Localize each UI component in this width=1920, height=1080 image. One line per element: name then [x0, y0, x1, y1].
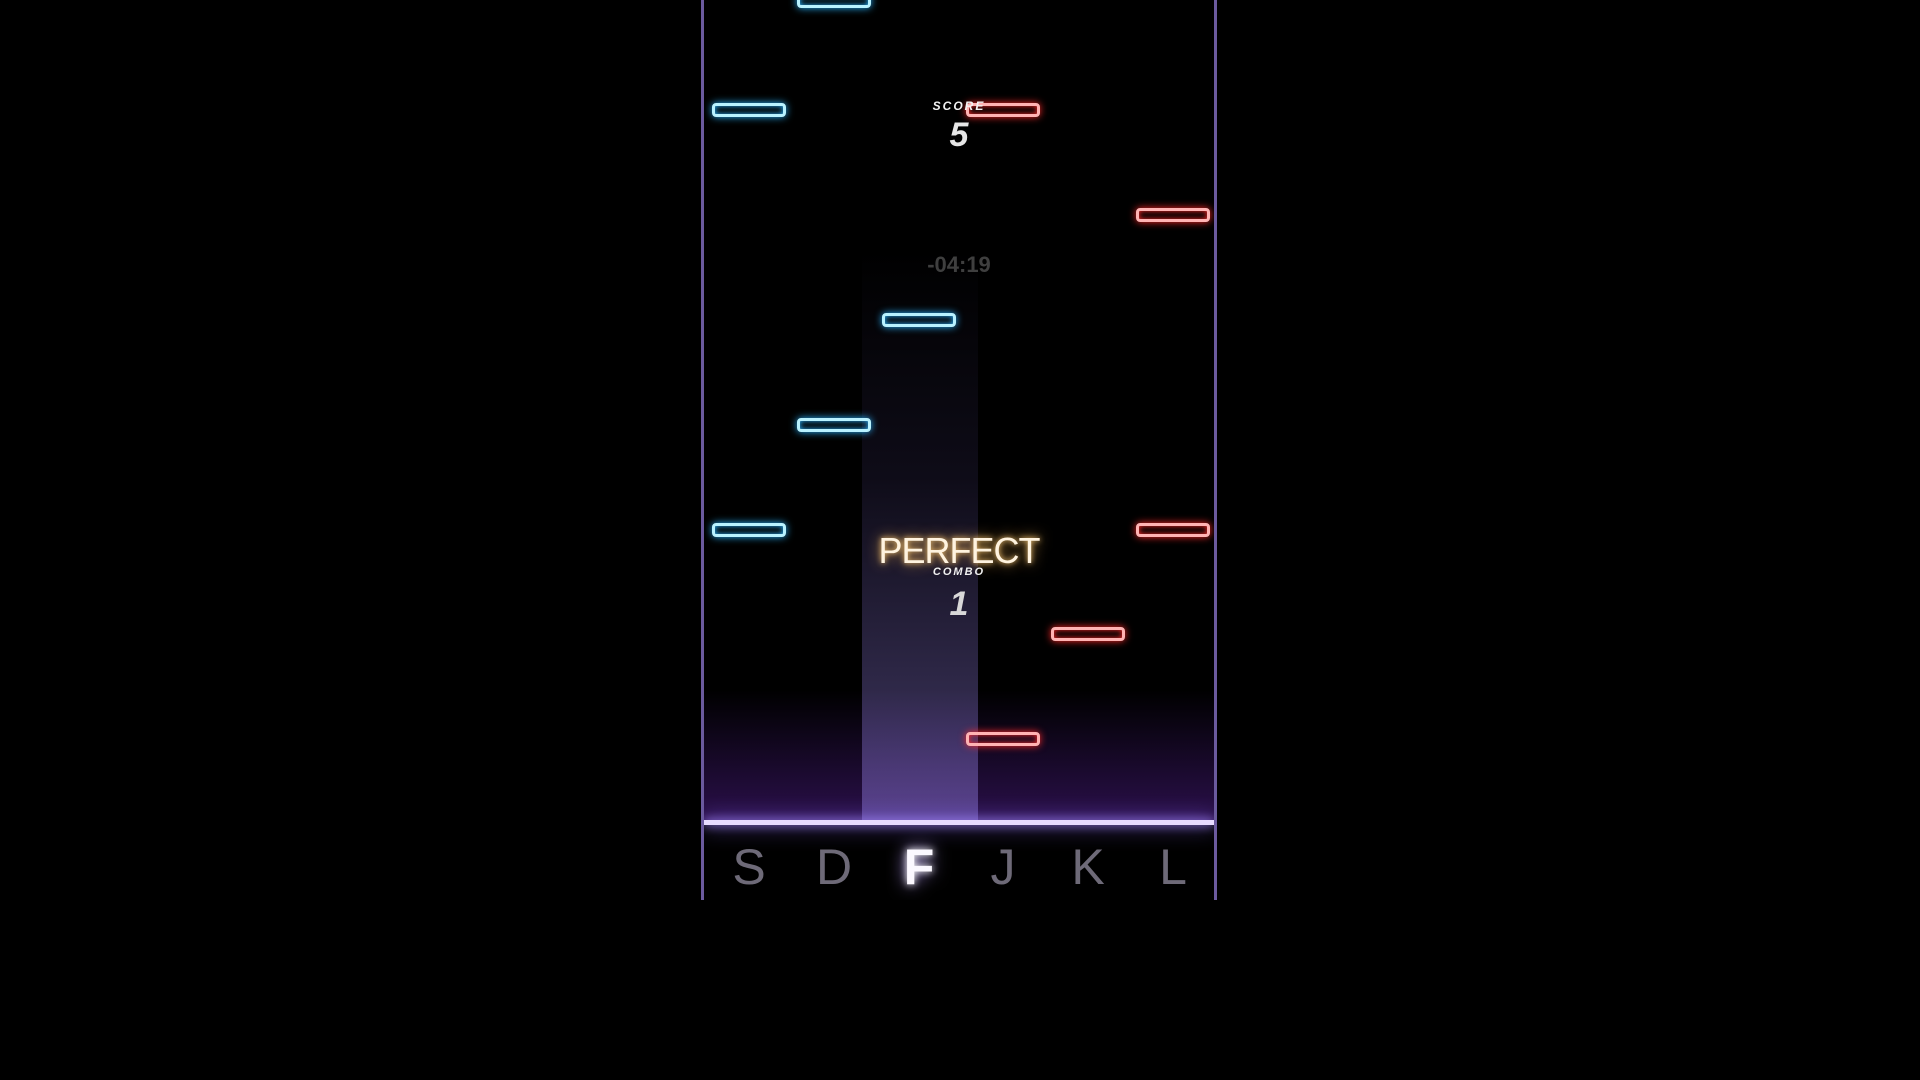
song-timer: -04:19: [927, 252, 991, 277]
lane-key-s[interactable]: S: [712, 838, 786, 896]
lane-key-j[interactable]: J: [966, 838, 1040, 896]
combo-value: 1: [949, 585, 969, 623]
note-red: [966, 732, 1040, 746]
note-blue: [797, 418, 871, 432]
note-red: [1136, 208, 1210, 222]
note-blue: [797, 0, 871, 8]
playfield: SCORE 5 -04:19 PERFECT COMBO 1 S D F J K…: [701, 0, 1217, 900]
judgement-line: [704, 820, 1214, 825]
combo-label: COMBO: [932, 566, 986, 578]
score-label: SCORE: [932, 99, 986, 113]
note-red: [1051, 627, 1125, 641]
lane-key-k[interactable]: K: [1051, 838, 1125, 896]
note-blue: [882, 313, 956, 327]
lane-key-l[interactable]: L: [1136, 838, 1210, 896]
lane-key-d[interactable]: D: [797, 838, 871, 896]
lane-key-f[interactable]: F: [882, 838, 956, 896]
score-value: 5: [949, 116, 969, 154]
